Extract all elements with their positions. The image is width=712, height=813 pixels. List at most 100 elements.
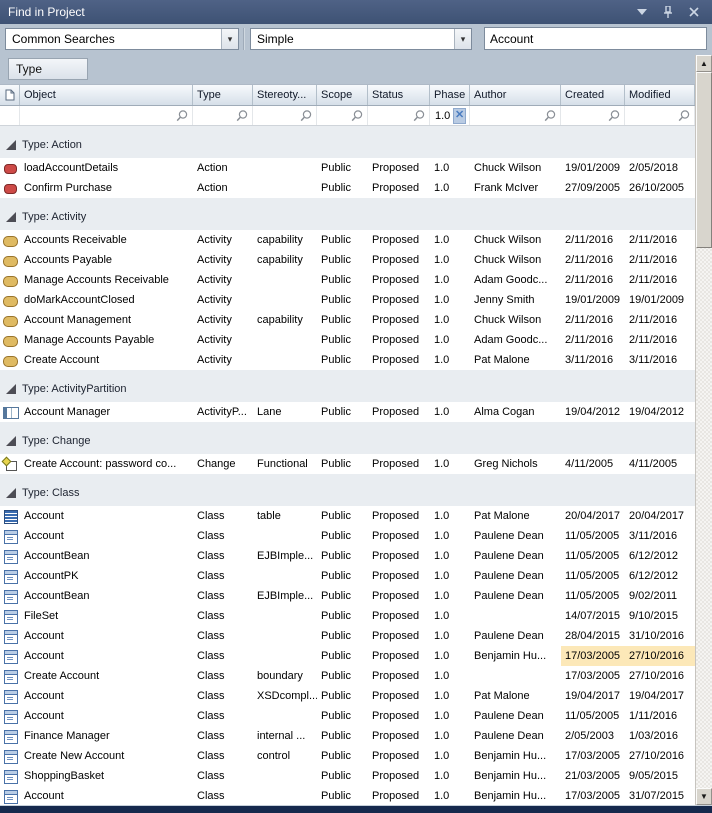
filter-stereotype[interactable] bbox=[253, 106, 317, 125]
filter-status[interactable] bbox=[368, 106, 430, 125]
group-header[interactable]: Type: ActivityPartition bbox=[0, 379, 695, 399]
cell-scope: Public bbox=[317, 350, 368, 370]
filter-cell-icon bbox=[0, 106, 20, 125]
cell-type: Action bbox=[193, 178, 253, 198]
cell-stereotype: Lane bbox=[253, 402, 317, 422]
cell-author: Paulene Dean bbox=[470, 706, 561, 726]
cell-created: 17/03/2005 bbox=[561, 666, 625, 686]
table-row[interactable]: Accounts Receivable Activity capability … bbox=[0, 230, 695, 250]
cell-scope: Public bbox=[317, 726, 368, 746]
table-row[interactable]: Accounts Payable Activity capability Pub… bbox=[0, 250, 695, 270]
table-row[interactable]: Account Class XSDcompl... Public Propose… bbox=[0, 686, 695, 706]
filter-scope[interactable] bbox=[317, 106, 368, 125]
group-header[interactable]: Type: Activity bbox=[0, 207, 695, 227]
cell-status: Proposed bbox=[368, 350, 430, 370]
table-row[interactable]: Account Class Public Proposed 1.0 Paulen… bbox=[0, 526, 695, 546]
table-row[interactable]: Manage Accounts Payable Activity Public … bbox=[0, 330, 695, 350]
cell-stereotype bbox=[253, 566, 317, 586]
table-row[interactable]: Account Manager ActivityP... Lane Public… bbox=[0, 402, 695, 422]
table-row[interactable]: Create Account Class boundary Public Pro… bbox=[0, 666, 695, 686]
column-header-phase[interactable]: Phase bbox=[430, 85, 470, 105]
search-term-input[interactable] bbox=[484, 27, 707, 50]
cell-modified: 2/11/2016 bbox=[625, 310, 695, 330]
scroll-down-button[interactable] bbox=[696, 788, 712, 805]
new-document-icon[interactable] bbox=[0, 85, 20, 105]
search-mode-select[interactable]: Simple bbox=[250, 28, 472, 50]
class-icon bbox=[3, 710, 17, 722]
scroll-up-button[interactable] bbox=[696, 55, 712, 72]
cell-author: Frank McIver bbox=[470, 178, 561, 198]
cell-scope: Public bbox=[317, 526, 368, 546]
group-by-type-button[interactable]: Type bbox=[8, 58, 88, 80]
group-header[interactable]: Type: Action bbox=[0, 135, 695, 155]
table-row[interactable]: Manage Accounts Receivable Activity Publ… bbox=[0, 270, 695, 290]
column-header-scope[interactable]: Scope bbox=[317, 85, 368, 105]
column-header-created[interactable]: Created bbox=[561, 85, 625, 105]
cell-type: Activity bbox=[193, 350, 253, 370]
column-header-author[interactable]: Author bbox=[470, 85, 561, 105]
chevron-down-icon[interactable] bbox=[454, 29, 471, 49]
table-row[interactable]: Create Account: password co... Change Fu… bbox=[0, 454, 695, 474]
search-category-select[interactable]: Common Searches bbox=[5, 28, 239, 50]
table-row[interactable]: Account Class Public Proposed 1.0 Benjam… bbox=[0, 646, 695, 666]
table-row[interactable]: ShoppingBasket Class Public Proposed 1.0… bbox=[0, 766, 695, 786]
column-header-type[interactable]: Type bbox=[193, 85, 253, 105]
table-row[interactable]: doMarkAccountClosed Activity Public Prop… bbox=[0, 290, 695, 310]
column-header-object[interactable]: Object bbox=[20, 85, 193, 105]
search-mode-value: Simple bbox=[251, 32, 454, 46]
cell-phase: 1.0 bbox=[430, 310, 470, 330]
cell-created: 4/11/2005 bbox=[561, 454, 625, 474]
cell-scope: Public bbox=[317, 586, 368, 606]
filter-author[interactable] bbox=[470, 106, 561, 125]
cell-phase: 1.0 bbox=[430, 666, 470, 686]
cell-created: 17/03/2005 bbox=[561, 646, 625, 666]
column-header-status[interactable]: Status bbox=[368, 85, 430, 105]
activity-icon bbox=[3, 254, 17, 266]
table-row[interactable]: Account Class table Public Proposed 1.0 … bbox=[0, 506, 695, 526]
cell-status: Proposed bbox=[368, 250, 430, 270]
table-row[interactable]: AccountBean Class EJBImple... Public Pro… bbox=[0, 586, 695, 606]
cell-author: Paulene Dean bbox=[470, 546, 561, 566]
table-row[interactable]: FileSet Class Public Proposed 1.0 14/07/… bbox=[0, 606, 695, 626]
chevron-down-icon[interactable] bbox=[221, 29, 238, 49]
chevron-down-icon[interactable] bbox=[636, 6, 648, 18]
column-header-stereotype[interactable]: Stereoty... bbox=[253, 85, 317, 105]
table-row[interactable]: Account Class Public Proposed 1.0 Paulen… bbox=[0, 706, 695, 726]
column-header-modified[interactable]: Modified bbox=[625, 85, 695, 105]
table-row[interactable]: Create Account Activity Public Proposed … bbox=[0, 350, 695, 370]
group-label: Type: Class bbox=[22, 487, 79, 499]
cell-created: 17/03/2005 bbox=[561, 746, 625, 766]
cell-created: 11/05/2005 bbox=[561, 526, 625, 546]
filter-modified[interactable] bbox=[625, 106, 695, 125]
cell-author: Paulene Dean bbox=[470, 626, 561, 646]
close-icon[interactable] bbox=[688, 6, 700, 18]
cell-scope: Public bbox=[317, 666, 368, 686]
pin-icon[interactable] bbox=[662, 6, 674, 18]
scrollbar-thumb[interactable] bbox=[696, 72, 712, 248]
table-row[interactable]: Account Management Activity capability P… bbox=[0, 310, 695, 330]
table-row[interactable]: AccountPK Class Public Proposed 1.0 Paul… bbox=[0, 566, 695, 586]
cell-status: Proposed bbox=[368, 290, 430, 310]
table-row[interactable]: loadAccountDetails Action Public Propose… bbox=[0, 158, 695, 178]
table-row[interactable]: Confirm Purchase Action Public Proposed … bbox=[0, 178, 695, 198]
table-row[interactable]: Finance Manager Class internal ... Publi… bbox=[0, 726, 695, 746]
table-row[interactable]: Account Class Public Proposed 1.0 Paulen… bbox=[0, 626, 695, 646]
filter-phase[interactable]: 1.0 ✕ bbox=[430, 106, 470, 125]
cell-author: Chuck Wilson bbox=[470, 230, 561, 250]
cell-status: Proposed bbox=[368, 270, 430, 290]
filter-object[interactable] bbox=[20, 106, 193, 125]
table-row[interactable]: Account Class Public Proposed 1.0 Benjam… bbox=[0, 786, 695, 805]
filter-type[interactable] bbox=[193, 106, 253, 125]
table-row[interactable]: Create New Account Class control Public … bbox=[0, 746, 695, 766]
filter-created[interactable] bbox=[561, 106, 625, 125]
cell-author: Paulene Dean bbox=[470, 726, 561, 746]
table-row[interactable]: AccountBean Class EJBImple... Public Pro… bbox=[0, 546, 695, 566]
cell-created: 2/05/2003 bbox=[561, 726, 625, 746]
cell-author: Benjamin Hu... bbox=[470, 786, 561, 805]
group-header[interactable]: Type: Change bbox=[0, 431, 695, 451]
vertical-scrollbar[interactable] bbox=[695, 55, 712, 805]
cell-author: Chuck Wilson bbox=[470, 310, 561, 330]
cell-type: Activity bbox=[193, 290, 253, 310]
group-header[interactable]: Type: Class bbox=[0, 483, 695, 503]
clear-filter-button[interactable]: ✕ bbox=[453, 108, 466, 124]
